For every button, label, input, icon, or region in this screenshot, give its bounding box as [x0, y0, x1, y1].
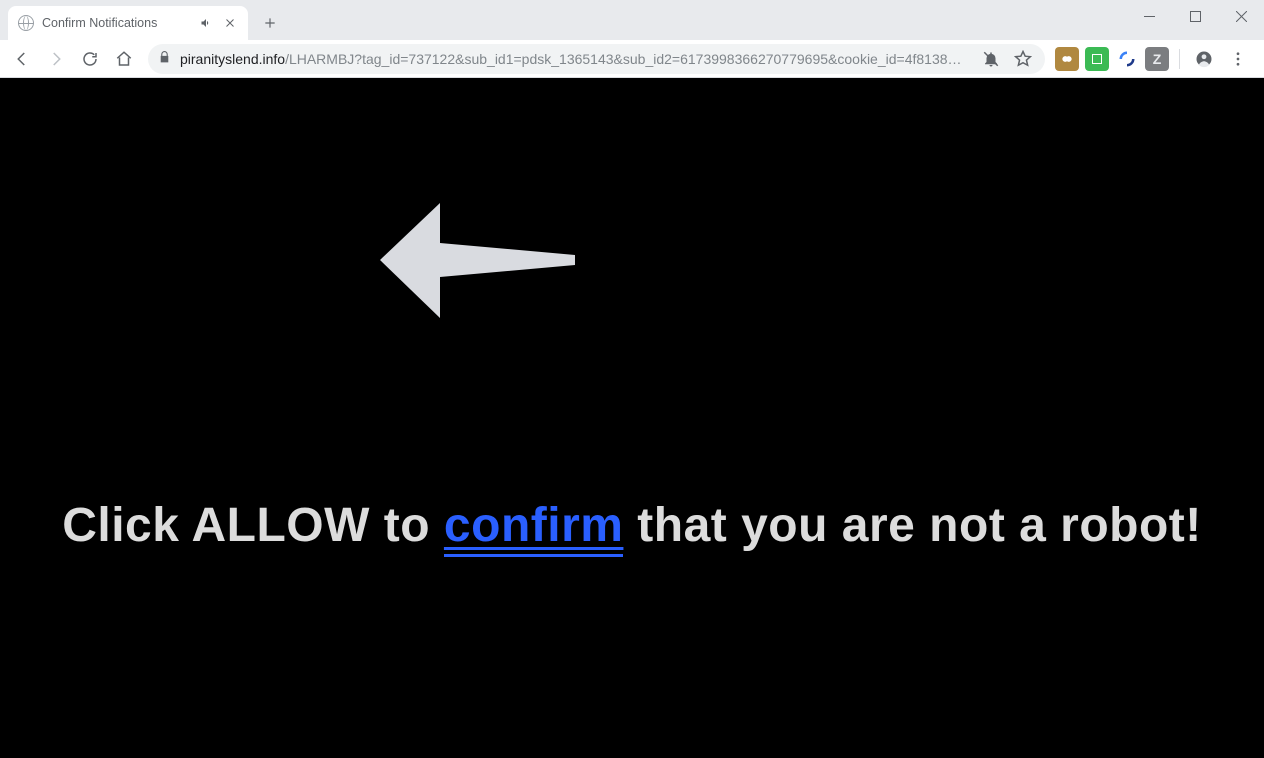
arrow-left-icon [380, 203, 575, 318]
extension-icon-1[interactable] [1055, 47, 1079, 71]
extension-icon-3[interactable] [1115, 47, 1139, 71]
url-path: /LHARMBJ?tag_id=737122&sub_id1=pdsk_1365… [285, 51, 961, 67]
window-titlebar: Confirm Notifications [0, 0, 1264, 40]
url-domain: piranityslend.info [180, 51, 285, 67]
profile-avatar-icon[interactable] [1188, 44, 1220, 74]
tab-audio-icon[interactable] [198, 15, 214, 31]
lock-icon [158, 50, 172, 67]
nav-back-button[interactable] [6, 44, 38, 74]
headline-after: that you are not a robot! [623, 499, 1201, 552]
globe-icon [18, 15, 34, 31]
confirm-link[interactable]: confirm [444, 499, 624, 557]
nav-forward-button[interactable] [40, 44, 72, 74]
headline-text: Click ALLOW to confirm that you are not … [0, 498, 1264, 553]
notifications-muted-icon[interactable] [979, 44, 1003, 74]
window-maximize-button[interactable] [1172, 0, 1218, 32]
toolbar-right-icons: Z [1053, 44, 1258, 74]
headline-before: Click ALLOW to [62, 499, 444, 552]
tab-title: Confirm Notifications [42, 16, 190, 30]
url-text: piranityslend.info/LHARMBJ?tag_id=737122… [180, 51, 971, 67]
nav-reload-button[interactable] [74, 44, 106, 74]
browser-tab[interactable]: Confirm Notifications [8, 6, 248, 40]
new-tab-button[interactable] [256, 9, 284, 37]
nav-home-button[interactable] [108, 44, 140, 74]
address-bar[interactable]: piranityslend.info/LHARMBJ?tag_id=737122… [148, 44, 1045, 74]
toolbar-separator [1179, 49, 1180, 69]
extension-icon-4[interactable]: Z [1145, 47, 1169, 71]
chrome-menu-button[interactable] [1222, 44, 1254, 74]
browser-toolbar: piranityslend.info/LHARMBJ?tag_id=737122… [0, 40, 1264, 78]
extension-icon-2[interactable] [1085, 47, 1109, 71]
window-minimize-button[interactable] [1126, 0, 1172, 32]
window-close-button[interactable] [1218, 0, 1264, 32]
page-content: Click ALLOW to confirm that you are not … [0, 78, 1264, 758]
bookmark-star-icon[interactable] [1011, 44, 1035, 74]
tab-close-icon[interactable] [222, 15, 238, 31]
window-controls [1126, 0, 1264, 32]
